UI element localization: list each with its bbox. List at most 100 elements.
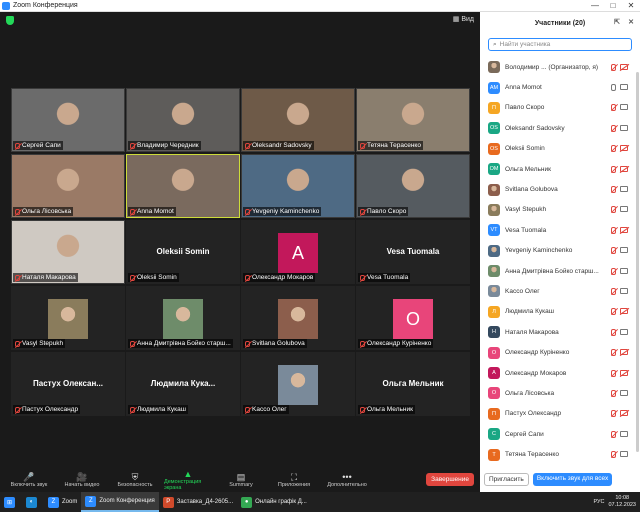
- participant-list-scrollbar[interactable]: [636, 72, 639, 452]
- camera-icon[interactable]: [620, 451, 628, 458]
- participant-row[interactable]: Vasyl Stepukh: [488, 200, 638, 220]
- chrome-taskbar-item[interactable]: ● Онлайн графік Д...: [237, 492, 311, 512]
- camera-icon[interactable]: [620, 186, 628, 193]
- participant-tile[interactable]: Ольга Лісовська: [11, 154, 125, 218]
- participant-tile[interactable]: Vasyl Stepukh: [11, 286, 125, 350]
- more-button[interactable]: ••• Дополнительно: [323, 472, 371, 488]
- participant-tile[interactable]: Svitlana Golubova: [241, 286, 355, 350]
- popout-icon[interactable]: ⇱: [614, 18, 620, 26]
- microphone-muted-icon[interactable]: [611, 308, 616, 316]
- microphone-muted-icon[interactable]: [611, 226, 616, 234]
- participant-tile[interactable]: Владимир Чередник: [126, 88, 240, 152]
- participant-row[interactable]: O Олександр Куріненко: [488, 342, 638, 362]
- microphone-muted-icon[interactable]: [611, 63, 616, 71]
- participant-row[interactable]: Н Наталя Макарова: [488, 322, 638, 342]
- participant-row[interactable]: С Сергей Сапи: [488, 424, 638, 444]
- share-screen-button[interactable]: ▲ Демонстрация экрана: [164, 469, 212, 491]
- edge-taskbar-item[interactable]: ◐: [22, 492, 44, 512]
- participant-row[interactable]: Анна Дмитрівна Бойко старш...: [488, 261, 638, 281]
- participant-row[interactable]: Svitlana Golubova: [488, 179, 638, 199]
- unmute-button[interactable]: 🎤 Включить звук: [5, 472, 53, 488]
- zoom-meeting-taskbar-item[interactable]: Z Zoom Конференция: [81, 492, 159, 512]
- participant-tile[interactable]: Anna Momot: [126, 154, 240, 218]
- view-button[interactable]: ▦ Вид: [453, 15, 474, 23]
- microphone-muted-icon[interactable]: [611, 247, 616, 255]
- participant-tile[interactable]: Ольга Мельник Ольга Мельник: [356, 352, 470, 416]
- camera-off-icon[interactable]: [620, 369, 628, 376]
- invite-button[interactable]: Пригласить: [484, 473, 529, 486]
- participant-tile[interactable]: Анна Дмитрівна Бойко старш...: [126, 286, 240, 350]
- participant-row[interactable]: Т Тетяна Терасенко: [488, 444, 638, 464]
- camera-icon[interactable]: [620, 84, 628, 91]
- participant-tile[interactable]: Vesa Tuomala Vesa Tuomala: [356, 220, 470, 284]
- microphone-muted-icon[interactable]: [611, 369, 616, 377]
- end-meeting-button[interactable]: Завершение: [426, 473, 474, 486]
- participant-tile[interactable]: Oleksii Somin Oleksii Somin: [126, 220, 240, 284]
- microphone-muted-icon[interactable]: [611, 104, 616, 112]
- microphone-muted-icon[interactable]: [611, 287, 616, 295]
- start-video-button[interactable]: 🎥 Начать видео: [58, 472, 106, 488]
- microphone-muted-icon[interactable]: [611, 145, 616, 153]
- camera-icon[interactable]: [620, 267, 628, 274]
- participant-row[interactable]: П Павло Скоро: [488, 98, 638, 118]
- participant-tile[interactable]: O Олександр Куріненко: [356, 286, 470, 350]
- participant-tile[interactable]: A Олександр Мокаров: [241, 220, 355, 284]
- participant-tile[interactable]: Людмила Кука... Людмила Кукаш: [126, 352, 240, 416]
- participant-row[interactable]: O Ольга Лісовська: [488, 383, 638, 403]
- camera-icon[interactable]: [620, 104, 628, 111]
- microphone-muted-icon[interactable]: [611, 206, 616, 214]
- microphone-muted-icon[interactable]: [611, 349, 616, 357]
- summary-button[interactable]: ▤ Summary: [217, 472, 265, 488]
- camera-off-icon[interactable]: [620, 349, 628, 356]
- participant-row[interactable]: Kacco Олег: [488, 281, 638, 301]
- maximize-button[interactable]: □: [604, 0, 622, 12]
- participant-row[interactable]: П Пастух Олександр: [488, 404, 638, 424]
- camera-off-icon[interactable]: [620, 226, 628, 233]
- participant-tile[interactable]: Kacco Олег: [241, 352, 355, 416]
- microphone-muted-icon[interactable]: [611, 186, 616, 194]
- camera-icon[interactable]: [620, 430, 628, 437]
- participant-row[interactable]: Володимир ... (Организатор, я): [488, 57, 638, 77]
- zoom-taskbar-item[interactable]: Z Zoom: [44, 492, 81, 512]
- microphone-icon[interactable]: [611, 84, 616, 92]
- powerpoint-taskbar-item[interactable]: P Заставка_Д4-2605...: [159, 492, 237, 512]
- participant-row[interactable]: OS Oleksii Somin: [488, 139, 638, 159]
- camera-icon[interactable]: [620, 389, 628, 396]
- participant-tile[interactable]: Тетяна Терасенко: [356, 88, 470, 152]
- security-button[interactable]: ⛨ Безопасность: [111, 472, 159, 488]
- camera-off-icon[interactable]: [620, 63, 628, 70]
- unmute-all-button[interactable]: Включить звук для всех: [532, 473, 613, 486]
- participant-tile[interactable]: Oleksandr Sadovsky: [241, 88, 355, 152]
- camera-icon[interactable]: [620, 206, 628, 213]
- microphone-muted-icon[interactable]: [611, 165, 616, 173]
- camera-off-icon[interactable]: [620, 165, 628, 172]
- microphone-muted-icon[interactable]: [611, 389, 616, 397]
- camera-off-icon[interactable]: [620, 410, 628, 417]
- participant-tile[interactable]: Сергей Сапи: [11, 88, 125, 152]
- camera-icon[interactable]: [620, 287, 628, 294]
- microphone-muted-icon[interactable]: [611, 328, 616, 336]
- apps-button[interactable]: ⛶ Приложения: [270, 472, 318, 488]
- participant-tile[interactable]: Наталя Макарова: [11, 220, 125, 284]
- participant-row[interactable]: AM Anna Momot: [488, 77, 638, 97]
- microphone-muted-icon[interactable]: [611, 124, 616, 132]
- participant-row[interactable]: VT Vesa Tuomala: [488, 220, 638, 240]
- language-indicator[interactable]: РУС: [593, 499, 604, 505]
- panel-close-icon[interactable]: ✕: [628, 18, 634, 26]
- participant-row[interactable]: A Олександр Мокаров: [488, 363, 638, 383]
- camera-icon[interactable]: [620, 124, 628, 131]
- microphone-muted-icon[interactable]: [611, 451, 616, 459]
- microphone-muted-icon[interactable]: [611, 430, 616, 438]
- participant-row[interactable]: Л Людмила Кукаш: [488, 302, 638, 322]
- close-button[interactable]: ✕: [622, 0, 640, 12]
- camera-icon[interactable]: [620, 247, 628, 254]
- security-shield-icon[interactable]: [6, 16, 14, 25]
- camera-icon[interactable]: [620, 328, 628, 335]
- participant-row[interactable]: OM Ольга Мельник: [488, 159, 638, 179]
- camera-off-icon[interactable]: [620, 145, 628, 152]
- participant-row[interactable]: OS Oleksandr Sadovsky: [488, 118, 638, 138]
- participant-tile[interactable]: Пастух Олексан... Пастух Олександр: [11, 352, 125, 416]
- microphone-muted-icon[interactable]: [611, 267, 616, 275]
- camera-off-icon[interactable]: [620, 308, 628, 315]
- microphone-muted-icon[interactable]: [611, 410, 616, 418]
